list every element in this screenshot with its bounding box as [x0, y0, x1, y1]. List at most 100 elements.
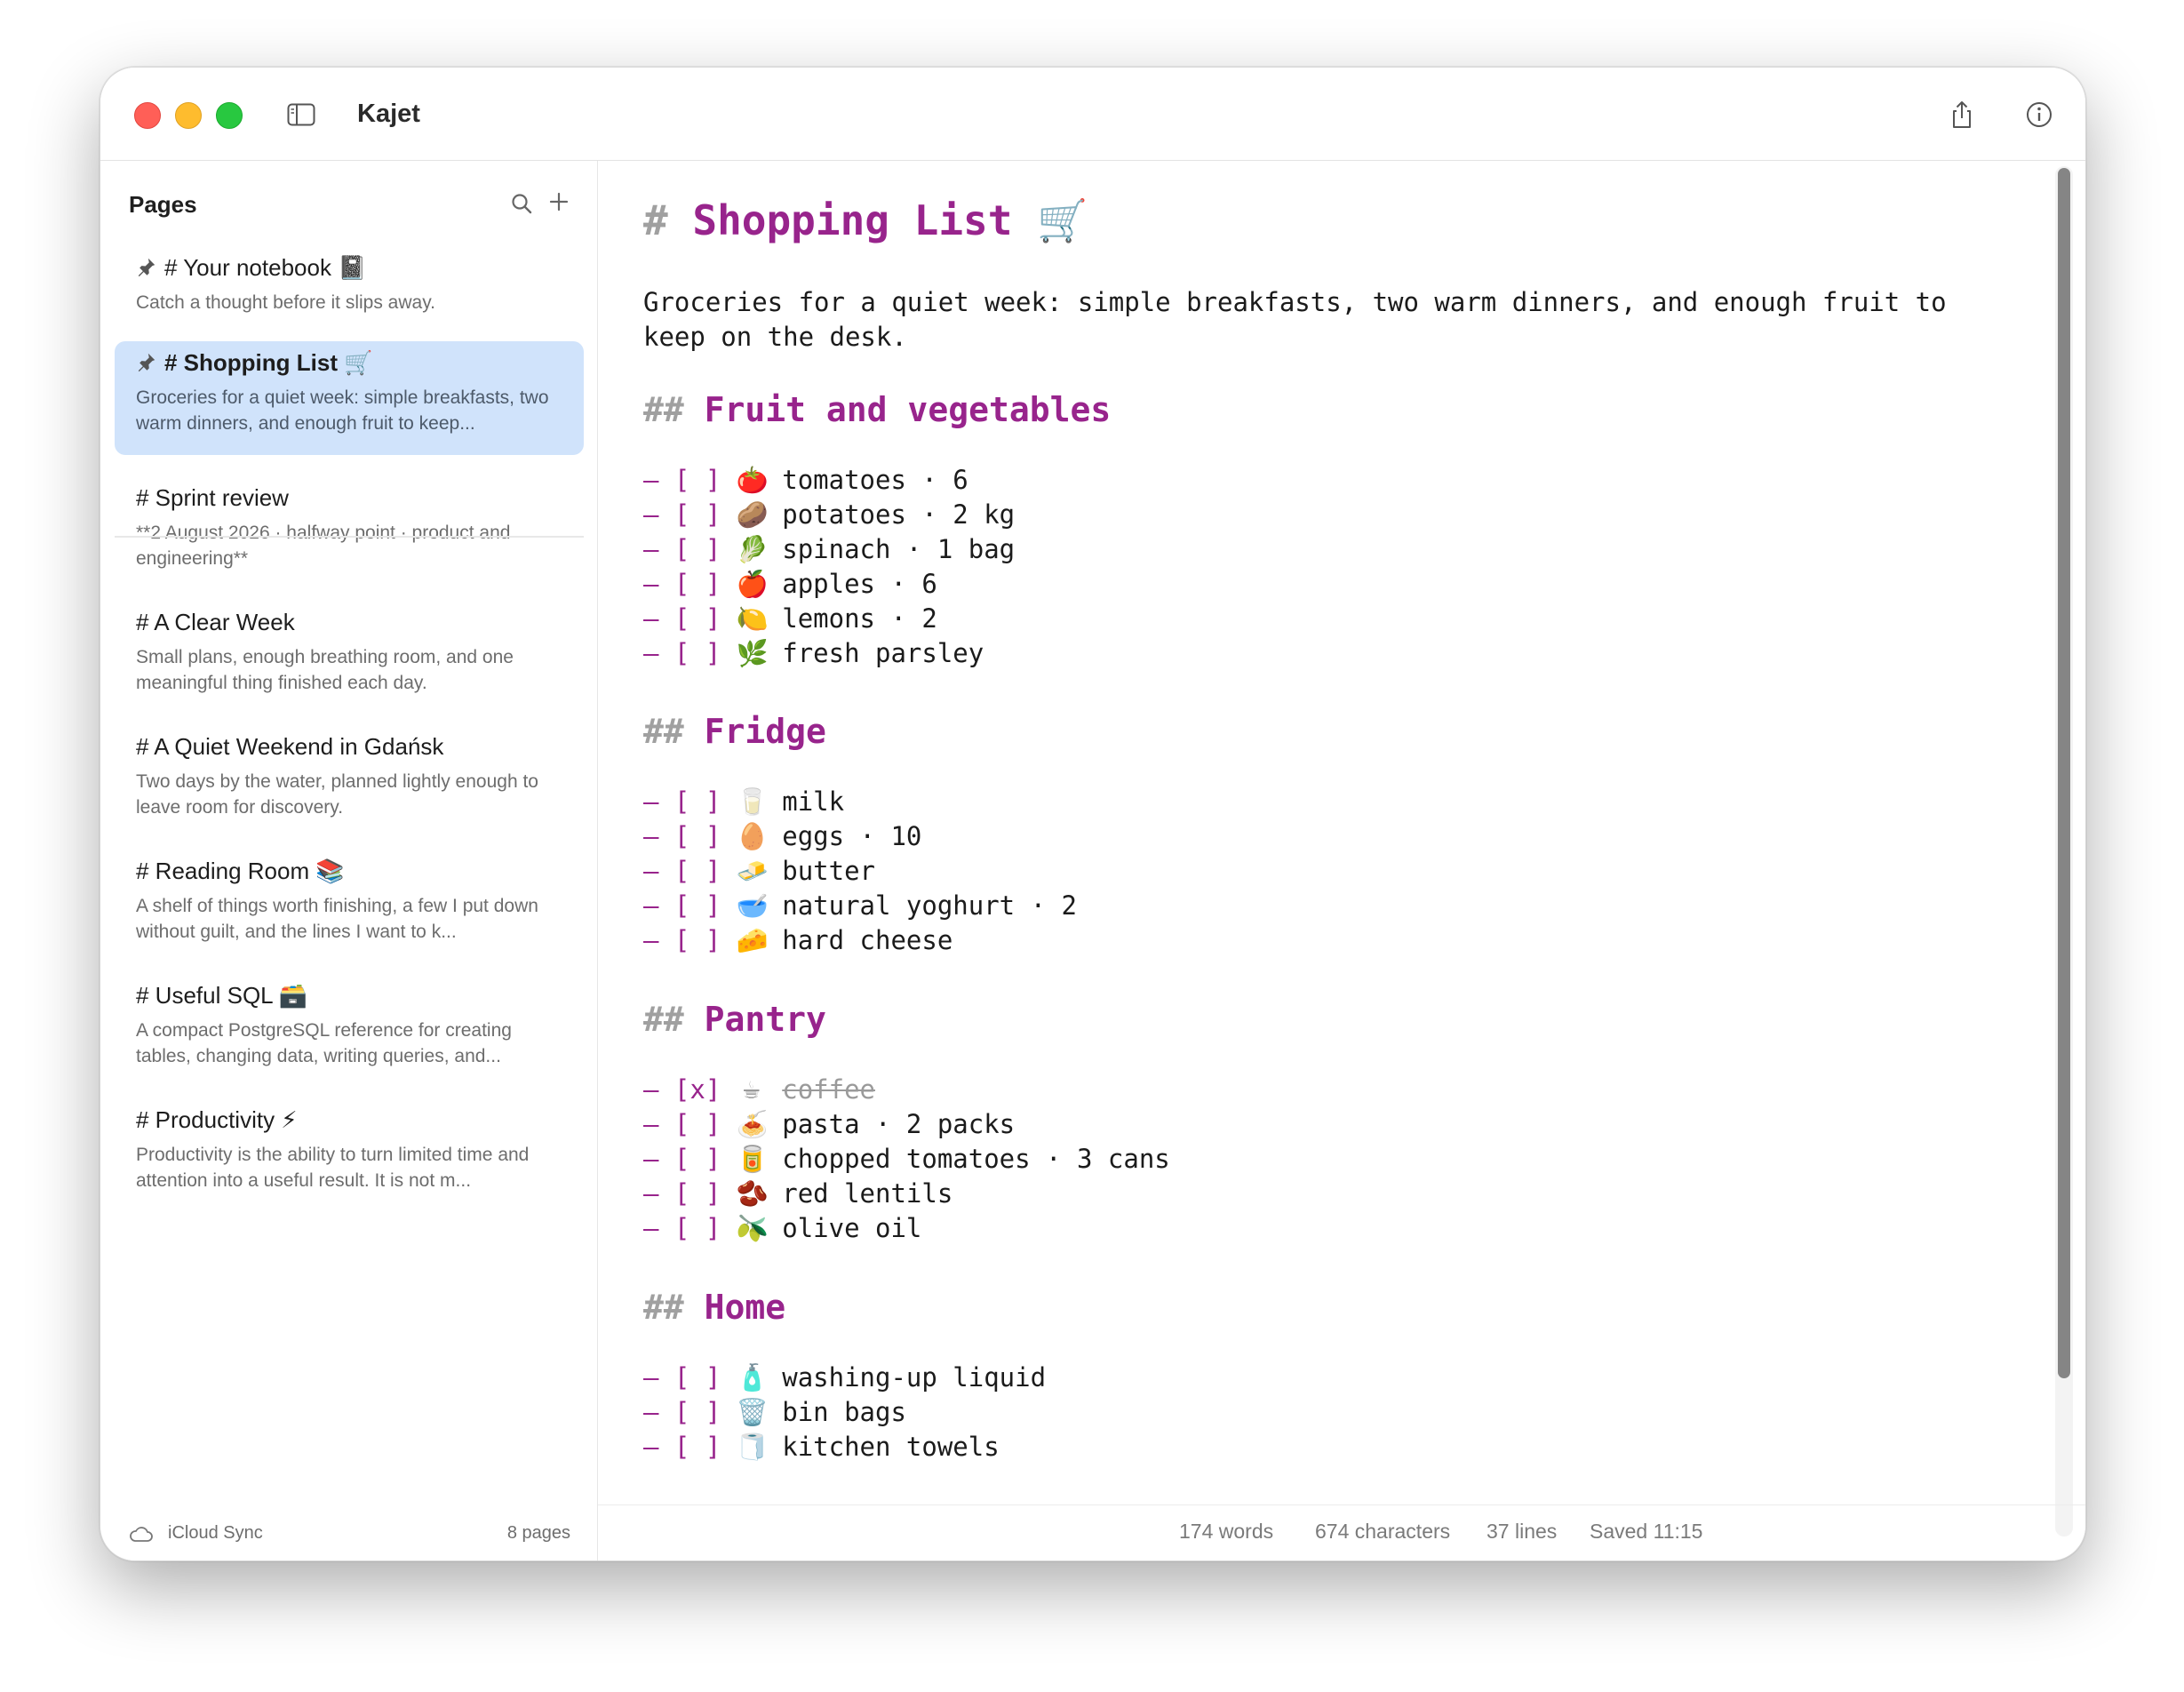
checklist: – [ ] 🥛 milk – [ ] 🥚 eggs · 10– [ ] 🧈 but… [643, 785, 1077, 958]
checkbox[interactable]: [ ] [674, 1144, 721, 1174]
checklist: – [x] ☕ coffee – [ ] 🍝 pasta · 2 packs – [… [643, 1073, 1170, 1246]
checklist-item-text: olive oil [782, 1213, 922, 1243]
share-icon[interactable] [1947, 100, 1977, 130]
item-emoji-icon: 🫒 [736, 1213, 769, 1243]
checkbox[interactable]: [ ] [674, 890, 721, 921]
section-heading: ## Fruit and vegetables [643, 390, 1111, 429]
page-list-item[interactable]: # Productivity ⚡ Productivity is the abil… [115, 1098, 584, 1191]
list-bullet: – [643, 1144, 674, 1174]
close-window-button[interactable] [134, 102, 161, 129]
page-title: # Shopping List 🛒 [643, 196, 1088, 245]
section-heading: ## Home [643, 1288, 785, 1327]
checklist-item[interactable]: – [ ] 🥫 chopped tomatoes · 3 cans [643, 1142, 1170, 1177]
checklist-item[interactable]: – [ ] 🧀 hard cheese [643, 923, 1077, 958]
item-emoji-icon: 🧴 [736, 1362, 769, 1393]
page-list-item[interactable]: # Sprint review **2 August 2026 · halfway… [115, 476, 584, 569]
checklist-item[interactable]: – [ ] 🥣 natural yoghurt · 2 [643, 889, 1077, 923]
checklist-item-text: natural yoghurt · 2 [782, 890, 1077, 921]
checklist-item-text: potatoes · 2 kg [782, 499, 1016, 530]
scrollbar-thumb[interactable] [2058, 168, 2070, 1378]
checkbox[interactable]: [ ] [674, 465, 721, 495]
checklist-item[interactable]: – [ ] 🥚 eggs · 10 [643, 819, 1077, 854]
minimize-window-button[interactable] [175, 102, 202, 129]
checklist-item[interactable]: – [ ] 🍎 apples · 6 [643, 567, 1015, 602]
section-heading-text: Home [704, 1288, 786, 1327]
checklist-item-text: milk [782, 786, 845, 817]
checkbox[interactable]: [x] [674, 1074, 721, 1105]
checklist-item[interactable]: – [ ] 🧻 kitchen towels [643, 1430, 1046, 1465]
page-list-item[interactable]: # Your notebook 📓 Catch a thought before … [115, 246, 584, 321]
checkbox[interactable]: [ ] [674, 1178, 721, 1209]
checkbox[interactable]: [ ] [674, 603, 721, 634]
section-heading-text: Pantry [704, 1000, 826, 1039]
word-count: 174 words [1179, 1520, 1274, 1543]
checklist-item[interactable]: – [ ] 🧈 butter [643, 854, 1077, 889]
sidebar-toggle-icon[interactable] [287, 103, 315, 126]
checklist-item-text: hard cheese [782, 925, 953, 955]
checklist-item[interactable]: – [ ] 🫘 red lentils [643, 1177, 1170, 1211]
page-list-item-title: # Useful SQL 🗃️ [136, 982, 307, 1010]
checkbox[interactable]: [ ] [674, 534, 721, 564]
heading-marker: # [643, 196, 668, 244]
item-emoji-icon: 🍝 [736, 1109, 769, 1139]
add-page-icon[interactable] [546, 189, 571, 214]
checkbox[interactable]: [ ] [674, 1213, 721, 1243]
page-title-text: Shopping List 🛒 [692, 196, 1088, 244]
checkbox[interactable]: [ ] [674, 1362, 721, 1393]
checklist-item[interactable]: – [ ] 🍝 pasta · 2 packs [643, 1107, 1170, 1142]
checklist-item[interactable]: – [ ] 🍅 tomatoes · 6 [643, 463, 1015, 498]
zoom-window-button[interactable] [216, 102, 243, 129]
checklist-item[interactable]: – [ ] 🗑️ bin bags [643, 1395, 1046, 1430]
checkbox[interactable]: [ ] [674, 1109, 721, 1139]
item-emoji-icon: 🧈 [736, 856, 769, 886]
sync-status[interactable]: iCloud Sync [168, 1523, 263, 1544]
pin-icon [138, 258, 155, 277]
page-list-item-title-text: # Your notebook 📓 [164, 254, 367, 281]
checklist-item-text: spinach · 1 bag [782, 534, 1016, 564]
checkbox[interactable]: [ ] [674, 821, 721, 851]
checkbox[interactable]: [ ] [674, 638, 721, 668]
list-bullet: – [643, 1432, 674, 1462]
checklist-item[interactable]: – [ ] 🧴 washing-up liquid [643, 1361, 1046, 1395]
item-emoji-icon: 🥣 [736, 890, 769, 921]
item-emoji-icon: 🍎 [736, 569, 769, 599]
info-icon[interactable] [2024, 100, 2054, 130]
page-list-item[interactable]: # A Quiet Weekend in Gdańsk Two days by t… [115, 725, 584, 818]
checkbox[interactable]: [ ] [674, 786, 721, 817]
list-bullet: – [643, 1178, 674, 1209]
page-list-item[interactable]: # Useful SQL 🗃️ A compact PostgreSQL refe… [115, 974, 584, 1066]
checkbox[interactable]: [ ] [674, 1397, 721, 1427]
search-icon[interactable] [509, 191, 534, 216]
page-list-item-title-text: # Useful SQL 🗃️ [136, 982, 308, 1009]
checkbox[interactable]: [ ] [674, 569, 721, 599]
sidebar-title: Pages [129, 191, 197, 218]
list-bullet: – [643, 890, 674, 921]
checklist-item[interactable]: – [ ] 🫒 olive oil [643, 1211, 1170, 1246]
checklist-item[interactable]: – [ ] 🌿 fresh parsley [643, 636, 1015, 671]
item-emoji-icon: 🫘 [736, 1178, 769, 1209]
checklist-item[interactable]: – [ ] 🥬 spinach · 1 bag [643, 532, 1015, 567]
editor[interactable]: # Shopping List 🛒 Groceries for a quiet … [598, 161, 2085, 1560]
item-emoji-icon: 🍋 [736, 603, 769, 634]
page-list-item[interactable]: # Reading Room 📚 A shelf of things worth … [115, 850, 584, 942]
checkbox[interactable]: [ ] [674, 856, 721, 886]
checklist-item[interactable]: – [ ] 🍋 lemons · 2 [643, 602, 1015, 636]
checklist-item-text: eggs · 10 [782, 821, 922, 851]
page-list-item[interactable]: # Shopping List 🛒 Groceries for a quiet w… [115, 341, 584, 455]
checklist-item-text: butter [782, 856, 876, 886]
page-list-item-title-text: # Shopping List 🛒 [164, 349, 373, 376]
heading-marker: ## [643, 712, 684, 751]
heading-marker: ## [643, 1000, 684, 1039]
checklist-item-text: tomatoes · 6 [782, 465, 968, 495]
sidebar: Pages # Your notebook 📓 Catch a thought b… [100, 161, 598, 1560]
checklist-item[interactable]: – [ ] 🥛 milk [643, 785, 1077, 819]
list-bullet: – [643, 1213, 674, 1243]
checkbox[interactable]: [ ] [674, 1432, 721, 1462]
checklist-item-text: apples · 6 [782, 569, 937, 599]
checkbox[interactable]: [ ] [674, 925, 721, 955]
page-list-item[interactable]: # A Clear Week Small plans, enough breath… [115, 601, 584, 693]
checkbox[interactable]: [ ] [674, 499, 721, 530]
checklist-item[interactable]: – [ ] 🥔 potatoes · 2 kg [643, 498, 1015, 532]
page-list-item-preview: Productivity is the ability to turn limi… [136, 1145, 530, 1191]
checklist-item[interactable]: – [x] ☕ coffee [643, 1073, 1170, 1107]
